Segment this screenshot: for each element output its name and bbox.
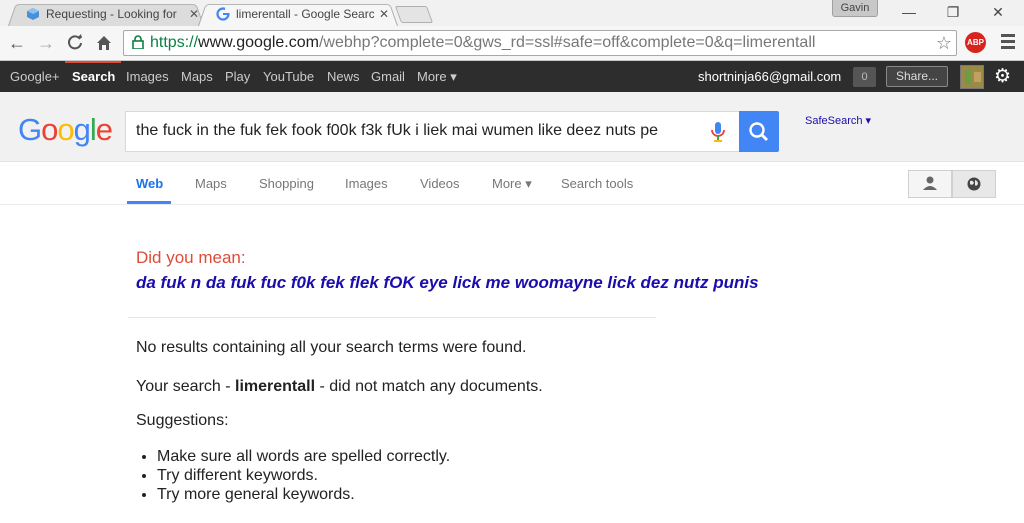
tab-videos[interactable]: Videos: [420, 176, 460, 191]
lock-icon: [129, 34, 147, 52]
google-favicon-icon: [216, 7, 230, 21]
tab-close-icon[interactable]: ✕: [188, 8, 200, 20]
browser-tab-requesting[interactable]: Requesting - Looking for ✕: [8, 2, 204, 26]
tab-more[interactable]: More ▾: [492, 176, 532, 192]
browser-tab-google-search[interactable]: limerentall - Google Search ✕: [198, 2, 398, 26]
search-term: limerentall: [235, 378, 316, 395]
notification-count[interactable]: 0: [853, 67, 876, 87]
new-tab-button[interactable]: [394, 6, 434, 23]
list-item: Try different keywords.: [157, 466, 450, 485]
gbar-link-more[interactable]: More ▾: [417, 69, 457, 85]
gbar-link-youtube[interactable]: YouTube: [263, 69, 314, 84]
list-item: Try more general keywords.: [157, 485, 450, 504]
url-path: /webhp?complete=0&gws_rd=ssl#safe=off&co…: [318, 34, 816, 51]
google-logo[interactable]: Google: [18, 112, 113, 148]
tab-search-tools[interactable]: Search tools: [561, 176, 633, 191]
gbar-link-play[interactable]: Play: [225, 69, 250, 84]
microphone-icon[interactable]: [709, 121, 727, 143]
your-search-prefix: Your search -: [136, 378, 236, 395]
gbar-link-maps[interactable]: Maps: [181, 69, 213, 84]
tab-images[interactable]: Images: [345, 176, 388, 191]
did-you-mean-label: Did you mean:: [136, 248, 246, 267]
search-header: Google the fuck in the fuk fek fook f00k…: [0, 92, 1024, 162]
tab-maps[interactable]: Maps: [195, 176, 227, 191]
address-bar[interactable]: https://www.google.com/webhp?complete=0&…: [123, 30, 957, 56]
your-search-message: Your search - limerentall - did not matc…: [136, 378, 543, 396]
global-results-button[interactable]: [952, 170, 996, 198]
suggestions-label: Suggestions:: [136, 412, 229, 429]
person-icon: [923, 176, 937, 190]
search-input[interactable]: the fuck in the fuk fek fook f00k f3k fU…: [136, 122, 696, 140]
browser-tab-strip: Requesting - Looking for ✕ limerentall -…: [0, 0, 1024, 26]
url-host: www.google.com: [198, 34, 319, 51]
search-icon: [749, 122, 768, 141]
window-close-icon[interactable]: ✕: [986, 4, 1010, 21]
gbar-link-search[interactable]: Search: [72, 69, 115, 84]
share-button[interactable]: Share...: [886, 66, 948, 87]
bookmark-star-icon[interactable]: ☆: [936, 33, 952, 54]
search-tabs: Web Maps Shopping Images Videos More ▾ S…: [0, 162, 1024, 205]
tab-shopping[interactable]: Shopping: [259, 176, 314, 191]
google-bar: Google+ Search Images Maps Play YouTube …: [0, 61, 1024, 92]
gbar-link-images[interactable]: Images: [126, 69, 169, 84]
gbar-active-indicator: [65, 61, 121, 63]
search-button[interactable]: [739, 111, 779, 152]
list-item: Make sure all words are spelled correctl…: [157, 447, 450, 466]
minimize-icon[interactable]: —: [897, 4, 921, 20]
globe-icon: [967, 177, 981, 191]
back-arrow-icon[interactable]: ←: [6, 32, 28, 54]
did-you-mean-suggestion-link[interactable]: da fuk n da fuk fuc f0k fek flek fOK eye…: [136, 273, 759, 293]
reload-icon[interactable]: [64, 32, 86, 54]
restore-icon[interactable]: ❐: [941, 4, 965, 21]
profile-button[interactable]: Gavin: [832, 0, 878, 17]
avatar[interactable]: [960, 65, 984, 89]
no-results-message: No results containing all your search te…: [136, 339, 527, 356]
cube-favicon-icon: [26, 7, 40, 21]
active-tab-indicator: [127, 201, 171, 204]
private-results-button[interactable]: [908, 170, 952, 198]
tab-title: limerentall - Google Search: [236, 7, 374, 21]
your-search-suffix: - did not match any documents.: [315, 378, 543, 395]
suggestions-list: Make sure all words are spelled correctl…: [157, 447, 450, 504]
browser-toolbar: ← → https://www.google.com/webhp?complet…: [0, 26, 1024, 61]
tab-close-icon[interactable]: ✕: [378, 8, 390, 20]
forward-arrow-icon[interactable]: →: [35, 32, 57, 54]
gbar-link-google-plus[interactable]: Google+: [10, 69, 60, 84]
chrome-menu-icon[interactable]: [998, 34, 1018, 52]
home-icon[interactable]: [93, 32, 115, 54]
gear-icon[interactable]: ⚙: [994, 65, 1011, 88]
divider: [128, 317, 656, 318]
account-email[interactable]: shortninja66@gmail.com: [698, 69, 841, 84]
adblock-plus-icon[interactable]: ABP: [965, 32, 986, 53]
search-box[interactable]: the fuck in the fuk fek fook f00k f3k fU…: [125, 111, 740, 152]
tab-web[interactable]: Web: [136, 176, 163, 191]
gbar-link-news[interactable]: News: [327, 69, 360, 84]
safesearch-dropdown[interactable]: SafeSearch ▾: [805, 114, 871, 127]
url-scheme: https://: [150, 34, 199, 51]
gbar-link-gmail[interactable]: Gmail: [371, 69, 405, 84]
tab-title: Requesting - Looking for: [46, 7, 177, 21]
